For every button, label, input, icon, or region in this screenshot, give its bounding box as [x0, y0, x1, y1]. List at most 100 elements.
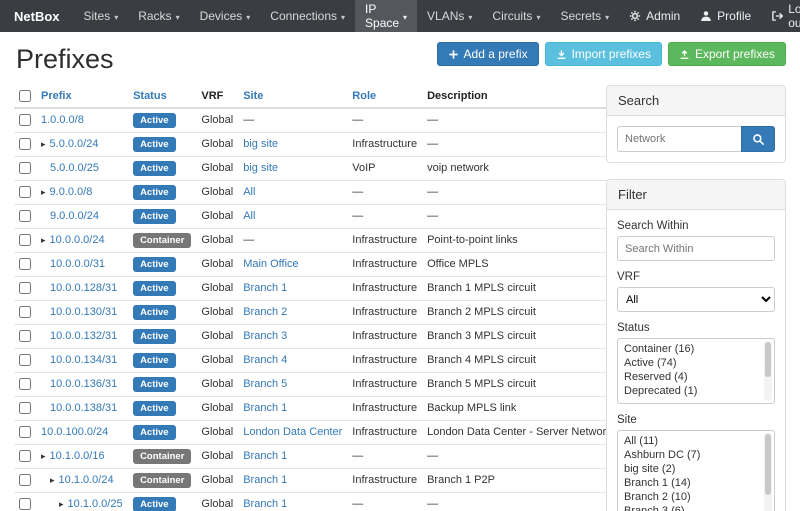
listbox-option[interactable]: Deprecated (1)	[621, 384, 759, 398]
export-prefixes-button[interactable]: Export prefixes	[668, 42, 786, 66]
row-checkbox[interactable]	[19, 282, 31, 294]
prefix-link[interactable]: 5.0.0.0/24	[50, 137, 99, 152]
listbox-option[interactable]: All (11)	[621, 434, 759, 448]
listbox-scrollbar[interactable]	[764, 433, 772, 511]
row-checkbox[interactable]	[19, 210, 31, 222]
site-link[interactable]: Branch 5	[243, 378, 287, 390]
site-link[interactable]: London Data Center	[243, 426, 342, 438]
site-link[interactable]: All	[243, 186, 255, 198]
nav-item-admin[interactable]: Admin	[619, 0, 690, 32]
row-checkbox[interactable]	[19, 114, 31, 126]
prefix-link[interactable]: 10.0.0.132/31	[50, 329, 117, 344]
user-icon	[700, 10, 712, 22]
site-link[interactable]: Branch 3	[243, 330, 287, 342]
role-cell: Infrastructure	[347, 277, 422, 301]
row-checkbox[interactable]	[19, 426, 31, 438]
row-checkbox[interactable]	[19, 402, 31, 414]
listbox-scrollbar[interactable]	[764, 341, 772, 401]
site-link[interactable]: Branch 1	[243, 474, 287, 486]
site-listbox[interactable]: All (11)Ashburn DC (7)big site (2)Branch…	[617, 430, 775, 511]
select-all-checkbox[interactable]	[19, 90, 31, 102]
listbox-option[interactable]: Branch 1 (14)	[621, 476, 759, 490]
column-label-status[interactable]: Status	[133, 90, 167, 102]
site-link[interactable]: Branch 1	[243, 282, 287, 294]
vrf-select[interactable]: All	[617, 287, 775, 312]
site-link[interactable]: big site	[243, 138, 278, 150]
prefix-link[interactable]: 10.1.0.0/25	[68, 497, 123, 511]
site-link[interactable]: big site	[243, 162, 278, 174]
site-link[interactable]: Branch 1	[243, 402, 287, 414]
row-checkbox[interactable]	[19, 330, 31, 342]
listbox-option[interactable]: Ashburn DC (7)	[621, 448, 759, 462]
site-link[interactable]: Branch 4	[243, 354, 287, 366]
site-cell: —	[238, 229, 347, 253]
site-link[interactable]: Main Office	[243, 258, 298, 270]
prefix-link[interactable]: 10.0.0.0/31	[50, 257, 105, 272]
nav-item-connections[interactable]: Connections▾	[260, 0, 355, 32]
row-checkbox[interactable]	[19, 378, 31, 390]
prefix-link[interactable]: 10.0.0.0/24	[50, 233, 105, 248]
vrf-cell: Global	[196, 445, 238, 469]
row-checkbox[interactable]	[19, 450, 31, 462]
nav-item-ip-space[interactable]: IP Space▾	[355, 0, 417, 32]
nav-item-profile[interactable]: Profile	[690, 0, 761, 32]
nav-item-sites[interactable]: Sites▾	[74, 0, 129, 32]
row-checkbox[interactable]	[19, 498, 31, 510]
nav-item-log-out[interactable]: Log out	[761, 0, 800, 32]
prefix-link[interactable]: 9.0.0.0/24	[50, 209, 99, 224]
site-link[interactable]: Branch 1	[243, 498, 287, 510]
row-checkbox[interactable]	[19, 186, 31, 198]
prefix-link[interactable]: 10.1.0.0/24	[59, 473, 114, 488]
expand-arrow-icon[interactable]: ▸	[59, 497, 64, 511]
site-link[interactable]: Branch 2	[243, 306, 287, 318]
row-checkbox[interactable]	[19, 306, 31, 318]
prefix-link[interactable]: 10.0.0.134/31	[50, 353, 117, 368]
brand-logo[interactable]: NetBox	[0, 0, 74, 32]
search-input[interactable]	[617, 126, 741, 152]
row-checkbox[interactable]	[19, 234, 31, 246]
prefix-link[interactable]: 10.0.0.128/31	[50, 281, 117, 296]
nav-item-racks[interactable]: Racks▾	[128, 0, 189, 32]
prefix-link[interactable]: 10.0.0.130/31	[50, 305, 117, 320]
status-listbox[interactable]: Container (16)Active (74)Reserved (4)Dep…	[617, 338, 775, 404]
listbox-option[interactable]: Branch 2 (10)	[621, 490, 759, 504]
row-checkbox-cell	[14, 205, 36, 229]
expand-arrow-icon[interactable]: ▸	[41, 137, 46, 152]
prefix-link[interactable]: 9.0.0.0/8	[50, 185, 93, 200]
import-prefixes-button[interactable]: Import prefixes	[545, 42, 662, 66]
row-checkbox[interactable]	[19, 162, 31, 174]
add-a-prefix-button[interactable]: Add a prefix	[437, 42, 539, 66]
listbox-option[interactable]: Container (16)	[621, 342, 759, 356]
nav-item-vlans[interactable]: VLANs▾	[417, 0, 482, 32]
expand-arrow-icon[interactable]: ▸	[41, 233, 46, 248]
expand-arrow-icon[interactable]: ▸	[41, 185, 46, 200]
row-checkbox[interactable]	[19, 138, 31, 150]
row-checkbox[interactable]	[19, 354, 31, 366]
column-label-role[interactable]: Role	[352, 90, 376, 102]
listbox-option[interactable]: Reserved (4)	[621, 370, 759, 384]
prefix-link[interactable]: 5.0.0.0/25	[50, 161, 99, 176]
nav-item-devices[interactable]: Devices▾	[190, 0, 261, 32]
site-link[interactable]: All	[243, 210, 255, 222]
listbox-option[interactable]: Active (74)	[621, 356, 759, 370]
column-label-prefix[interactable]: Prefix	[41, 90, 72, 102]
prefix-link[interactable]: 10.0.0.138/31	[50, 401, 117, 416]
prefix-link[interactable]: 10.1.0.0/16	[50, 449, 105, 464]
site-link[interactable]: Branch 1	[243, 450, 287, 462]
expand-arrow-icon[interactable]: ▸	[50, 473, 55, 488]
site-cell: Branch 1	[238, 445, 347, 469]
row-checkbox[interactable]	[19, 474, 31, 486]
expand-arrow-icon[interactable]: ▸	[41, 449, 46, 464]
prefix-link[interactable]: 10.0.0.136/31	[50, 377, 117, 392]
column-label-site[interactable]: Site	[243, 90, 263, 102]
listbox-option[interactable]: Branch 3 (6)	[621, 504, 759, 511]
prefix-link[interactable]: 10.0.100.0/24	[41, 425, 108, 440]
nav-item-secrets[interactable]: Secrets▾	[550, 0, 619, 32]
listbox-option[interactable]: big site (2)	[621, 462, 759, 476]
search-button[interactable]	[741, 126, 775, 152]
vrf-cell: Global	[196, 301, 238, 325]
search-within-input[interactable]	[617, 236, 775, 261]
prefix-link[interactable]: 1.0.0.0/8	[41, 113, 84, 128]
row-checkbox[interactable]	[19, 258, 31, 270]
nav-item-circuits[interactable]: Circuits▾	[482, 0, 550, 32]
